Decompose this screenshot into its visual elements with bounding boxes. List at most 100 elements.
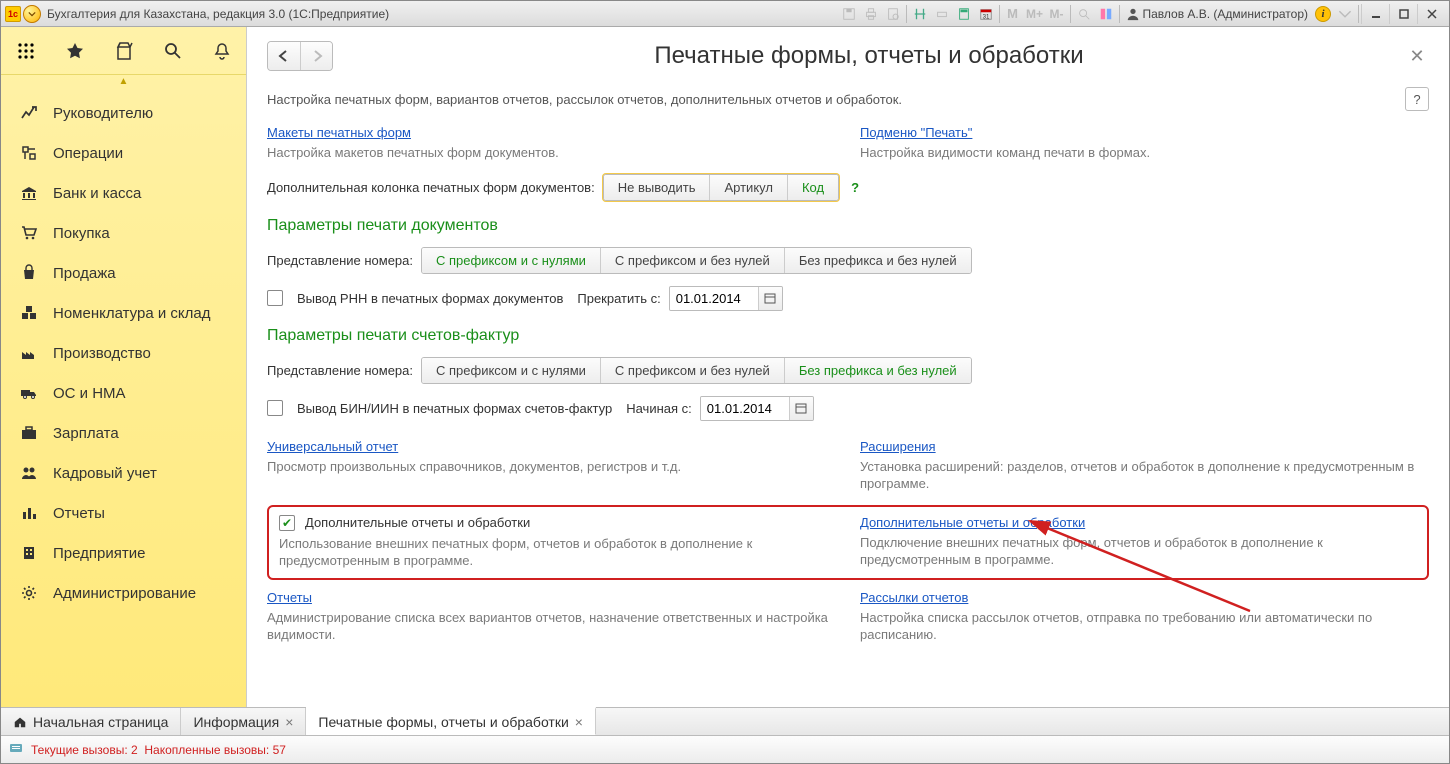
start-from-label: Начиная с: [626,401,692,416]
extensions-link[interactable]: Расширения [860,439,936,454]
sections-menu-button[interactable] [6,31,46,71]
print-submenu-link[interactable]: Подменю "Печать" [860,125,972,140]
current-user[interactable]: Павлов А.В. (Администратор) [1122,7,1313,21]
factory-icon [19,343,39,363]
calendar-picker-icon2[interactable] [789,397,813,420]
seg-code[interactable]: Код [787,175,838,200]
bank-icon [19,183,39,203]
universal-report-desc: Просмотр произвольных справочников, доку… [267,458,836,476]
bottom-tabs: Начальная страница Информация × Печатные… [1,707,1449,735]
reports-link[interactable]: Отчеты [267,590,312,605]
highlight-box: Дополнительные отчеты и обработки Исполь… [267,505,1429,580]
dropdown-icon[interactable] [1334,4,1356,24]
sidebar-item-sale[interactable]: Продажа [1,253,246,293]
sidebar-item-reports[interactable]: Отчеты [1,493,246,533]
nav-back-button[interactable] [268,42,300,70]
favorites-button[interactable] [55,31,95,71]
page-content: Настройка печатных форм, вариантов отчет… [247,71,1449,707]
sidebar-item-operations[interactable]: Операции [1,133,246,173]
sidebar-item-production[interactable]: Производство [1,333,246,373]
info-icon[interactable]: i [1312,4,1334,24]
main-menu-button[interactable] [23,5,41,23]
sidebar-item-admin[interactable]: Администрирование [1,573,246,613]
tab-home[interactable]: Начальная страница [1,708,181,735]
tab-current[interactable]: Печатные формы, отчеты и обработки × [306,707,596,735]
seg-pref-zeros[interactable]: С префиксом и с нулями [422,248,600,273]
page-description: Настройка печатных форм, вариантов отчет… [267,92,1405,107]
minimize-button[interactable] [1361,4,1389,24]
page-header: Печатные формы, отчеты и обработки ✕ [247,27,1449,71]
page-title: Печатные формы, отчеты и обработки [345,42,1393,70]
section-docs-header: Параметры печати документов [267,217,1429,235]
print2-icon[interactable] [931,4,953,24]
print-templates-link[interactable]: Макеты печатных форм [267,125,411,140]
notifications-button[interactable] [202,31,242,71]
start-date-field [700,396,814,421]
m-minus-icon[interactable]: M- [1046,4,1068,24]
additional-reports-checkbox[interactable] [279,515,295,531]
m-plus-icon[interactable]: M+ [1024,4,1046,24]
save-icon[interactable] [838,4,860,24]
bin-label: Вывод БИН/ИИН в печатных формах счетов-ф… [297,401,612,416]
seg-nopref-nozeros2[interactable]: Без префикса и без нулей [784,358,971,383]
docs-prefix-selector: С префиксом и с нулями С префиксом и без… [421,247,972,274]
bin-checkbox[interactable] [267,400,283,416]
close-page-button[interactable]: ✕ [1405,44,1429,68]
gear-icon [19,583,39,603]
seg-none[interactable]: Не выводить [604,175,710,200]
tab-info-close-icon[interactable]: × [285,714,293,730]
seg-pref-nozeros2[interactable]: С префиксом и без нулей [600,358,784,383]
nav-forward-button[interactable] [300,42,332,70]
sidebar-item-label: Продажа [53,265,116,282]
maximize-button[interactable] [1389,4,1417,24]
search-button[interactable] [153,31,193,71]
sidebar-collapse-icon[interactable]: ▲ [1,75,246,87]
m-icon[interactable]: M [1002,4,1024,24]
print-icon[interactable] [860,4,882,24]
stop-from-label: Прекратить с: [577,291,660,306]
tab-home-label: Начальная страница [33,714,168,730]
calendar-picker-icon[interactable] [758,287,782,310]
preview-icon[interactable] [882,4,904,24]
zoom-icon[interactable] [1073,4,1095,24]
seg-nopref-nozeros[interactable]: Без префикса и без нулей [784,248,971,273]
history-button[interactable] [104,31,144,71]
sidebar-item-salary[interactable]: Зарплата [1,413,246,453]
briefcase-icon [19,423,39,443]
help-hint-icon[interactable]: ? [847,180,863,195]
sidebar-item-assets[interactable]: ОС и НМА [1,373,246,413]
mailings-link[interactable]: Рассылки отчетов [860,590,968,605]
sidebar-item-bank[interactable]: Банк и касса [1,173,246,213]
rnn-checkbox[interactable] [267,290,283,306]
seg-pref-nozeros[interactable]: С префиксом и без нулей [600,248,784,273]
help-button[interactable]: ? [1405,87,1429,111]
mailings-desc: Настройка списка рассылок отчетов, отпра… [860,609,1429,644]
sidebar-item-label: ОС и НМА [53,385,126,402]
sidebar-item-hr[interactable]: Кадровый учет [1,453,246,493]
seg-pref-zeros2[interactable]: С префиксом и с нулями [422,358,600,383]
sidebar-item-purchase[interactable]: Покупка [1,213,246,253]
calendar-icon[interactable]: 31 [975,4,997,24]
universal-report-link[interactable]: Универсальный отчет [267,439,398,454]
extensions-desc: Установка расширений: разделов, отчетов … [860,458,1429,493]
chart-line-icon [19,103,39,123]
sidebar-item-manager[interactable]: Руководителю [1,93,246,133]
boxes-icon [19,303,39,323]
calculator-icon[interactable] [953,4,975,24]
sidebar-item-label: Зарплата [53,425,119,442]
compare-icon[interactable] [909,4,931,24]
tab-info[interactable]: Информация × [181,708,306,735]
number-repr-label: Представление номера: [267,253,413,268]
sidebar-item-stock[interactable]: Номенклатура и склад [1,293,246,333]
titlebar: 1c Бухгалтерия для Казахстана, редакция … [1,1,1449,27]
stop-date-input[interactable] [670,287,758,310]
panels-icon[interactable] [1095,4,1117,24]
start-date-input[interactable] [701,397,789,420]
bag-icon [19,263,39,283]
sidebar-item-enterprise[interactable]: Предприятие [1,533,246,573]
tab-current-close-icon[interactable]: × [575,714,583,730]
seg-article[interactable]: Артикул [709,175,786,200]
extra-column-selector: Не выводить Артикул Код [603,174,839,201]
additional-reports-link[interactable]: Дополнительные отчеты и обработки [860,515,1085,530]
close-window-button[interactable] [1417,4,1445,24]
